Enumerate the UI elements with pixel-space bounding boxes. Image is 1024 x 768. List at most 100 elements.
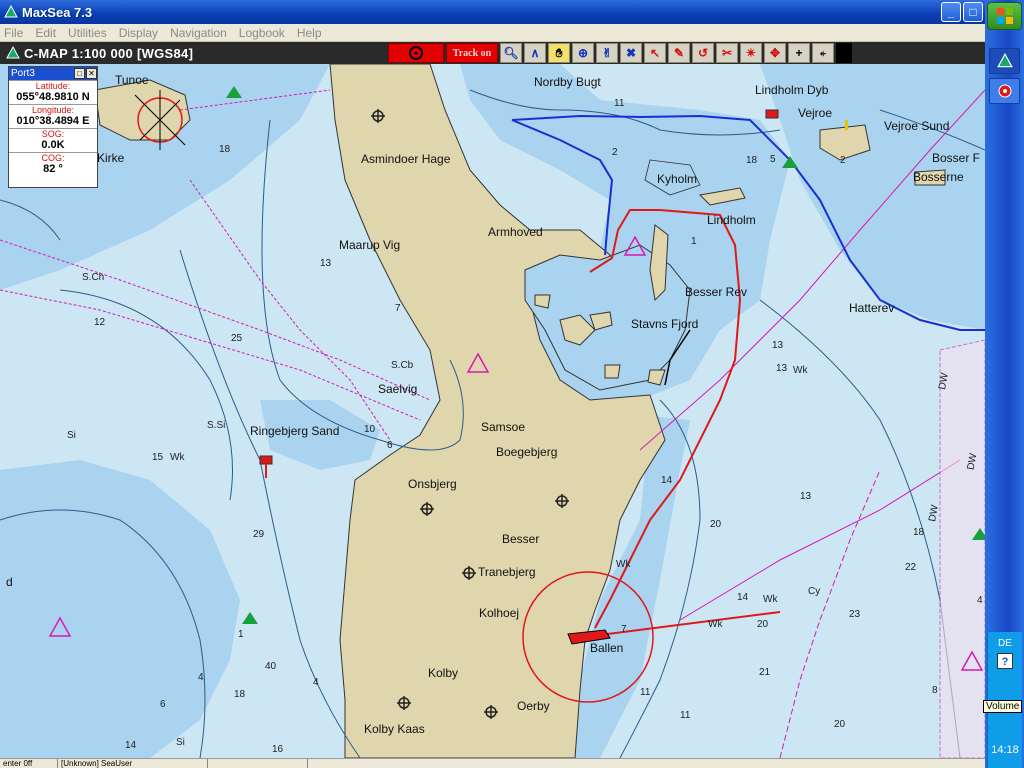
restore-icon: □: [77, 69, 82, 78]
grab-button[interactable]: ✌︎: [596, 43, 618, 63]
taskbar-app2[interactable]: [989, 78, 1020, 104]
shallow-water-sw: [0, 460, 240, 758]
svg-text:15: 15: [152, 452, 164, 463]
menu-navigation[interactable]: Navigation: [170, 26, 227, 40]
clock[interactable]: 14:18: [988, 744, 1022, 756]
label-besser: Besser: [502, 532, 539, 546]
route-button[interactable]: ✖: [620, 43, 642, 63]
grab-icon: ✌︎: [601, 46, 613, 60]
label-ballen: Ballen: [590, 641, 623, 655]
lighthouse-icon: ⍅: [819, 45, 827, 60]
menu-edit[interactable]: Edit: [35, 26, 56, 40]
label-sch: S.Ch: [82, 272, 104, 283]
svg-text:13: 13: [776, 363, 788, 374]
label-onsbjerg: Onsbjerg: [408, 477, 457, 491]
target-task-icon: [998, 84, 1011, 98]
target-icon: [409, 46, 423, 60]
chart-scale-title: C-MAP 1:100 000 [WGS84]: [24, 45, 194, 61]
port-panel-close-button[interactable]: ✕: [86, 68, 97, 79]
maximize-button[interactable]: □: [963, 2, 983, 22]
pencil-button[interactable]: ✎: [668, 43, 690, 63]
svg-text:14: 14: [661, 475, 673, 486]
label-boegebjerg: Boegebjerg: [496, 445, 557, 459]
hand-pan-button[interactable]: ✋︎: [548, 43, 570, 63]
pointer-icon: ↖: [649, 46, 661, 60]
label-wk-1: Wk: [170, 452, 185, 463]
language-indicator[interactable]: DE: [988, 638, 1022, 649]
sog-value: 0.0K: [41, 139, 65, 151]
chart-canvas[interactable]: Tunoe Kirke Nordby Bugt Lindholm Dyb Vej…: [0, 64, 985, 758]
window-titlebar[interactable]: MaxSea 7.3 _ □: [0, 0, 985, 24]
sog-label: SOG:: [9, 128, 97, 139]
maxsea-app-icon: [4, 5, 18, 18]
svg-text:1: 1: [691, 236, 697, 247]
status-user: [Unknown] SeaUser: [58, 759, 208, 768]
pencil-icon: ✎: [673, 46, 685, 60]
menu-utilities[interactable]: Utilities: [68, 26, 107, 40]
menu-file[interactable]: File: [4, 26, 23, 40]
svg-text:20: 20: [757, 619, 769, 630]
menu-help[interactable]: Help: [297, 26, 322, 40]
latitude-value: 055°48.9810 N: [16, 91, 90, 103]
svg-text:25: 25: [231, 333, 243, 344]
port-panel-restore-button[interactable]: □: [74, 68, 85, 79]
label-d: d: [6, 575, 13, 589]
svg-text:18: 18: [234, 689, 246, 700]
window-title: MaxSea 7.3: [22, 4, 93, 20]
svg-text:11: 11: [640, 687, 651, 698]
label-ssi: S.Si: [207, 420, 225, 431]
label-kyholm: Kyholm: [657, 172, 697, 186]
label-kolby-kaas: Kolby Kaas: [364, 722, 425, 736]
label-lindholm-dyb: Lindholm Dyb: [755, 83, 829, 97]
svg-text:11: 11: [614, 98, 625, 109]
scissors-icon: ✂: [721, 46, 733, 60]
zoom-icon: 🔍︎: [503, 46, 519, 60]
svg-text:5: 5: [770, 154, 776, 165]
window-controls: _ □: [941, 2, 983, 22]
status-empty: [208, 759, 308, 768]
dw-zone: [939, 339, 985, 758]
lighthouse-button[interactable]: ⍅: [812, 43, 834, 63]
chart-icon: [6, 46, 20, 59]
svg-text:6: 6: [160, 699, 166, 710]
label-stavns-fjord: Stavns Fjord: [631, 317, 698, 331]
svg-text:29: 29: [253, 529, 265, 540]
zoom-button[interactable]: 🔍︎: [500, 43, 522, 63]
svg-text:13: 13: [800, 491, 812, 502]
svg-text:11: 11: [680, 710, 691, 721]
svg-text:12: 12: [94, 317, 106, 328]
mark-button[interactable]: ✴: [740, 43, 762, 63]
rotate-button[interactable]: ↺: [692, 43, 714, 63]
label-si-2: Si: [176, 737, 185, 748]
target-button[interactable]: [388, 43, 444, 63]
scissors-button[interactable]: ✂: [716, 43, 738, 63]
port-panel-header[interactable]: Port3 □ ✕: [9, 67, 97, 80]
menu-display[interactable]: Display: [119, 26, 158, 40]
compass-icon: ∧: [530, 46, 540, 60]
taskbar-maxsea[interactable]: [989, 48, 1020, 74]
pointer-button[interactable]: ↖: [644, 43, 666, 63]
plus-icon: +: [795, 46, 803, 60]
menu-logbook[interactable]: Logbook: [239, 26, 285, 40]
svg-text:10: 10: [364, 424, 376, 435]
track-on-button[interactable]: Track on: [446, 43, 498, 63]
minimize-button[interactable]: _: [941, 2, 961, 22]
islet: [604, 364, 621, 379]
compass-button[interactable]: ∧: [524, 43, 546, 63]
svg-text:22: 22: [905, 562, 917, 573]
mark-icon: ✴: [745, 46, 757, 60]
plus-button[interactable]: +: [788, 43, 810, 63]
close-icon: ✕: [88, 69, 95, 78]
nautical-chart[interactable]: Tunoe Kirke Nordby Bugt Lindholm Dyb Vej…: [0, 64, 985, 758]
crosshair-button[interactable]: ⊕: [572, 43, 594, 63]
help-button[interactable]: ?: [997, 653, 1013, 669]
start-button[interactable]: [987, 2, 1022, 30]
port-info-panel[interactable]: Port3 □ ✕ Latitude: 055°48.9810 N Longit…: [8, 66, 98, 188]
longitude-label: Longitude:: [9, 104, 97, 115]
svg-text:13: 13: [320, 258, 332, 269]
svg-text:20: 20: [834, 719, 846, 730]
cog-label: COG:: [9, 152, 97, 163]
move-button[interactable]: ✥: [764, 43, 786, 63]
svg-text:16: 16: [272, 744, 284, 755]
label-oerby: Oerby: [517, 699, 550, 713]
